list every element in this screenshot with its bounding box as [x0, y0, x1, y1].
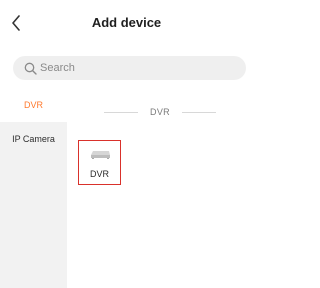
search-bar[interactable]: [13, 56, 246, 80]
section-header: DVR: [67, 105, 253, 119]
device-label: DVR: [89, 169, 109, 179]
page-title: Add device: [91, 15, 162, 30]
sidebar-item-label: IP Camera: [12, 134, 55, 144]
divider-right: [181, 111, 216, 113]
sidebar-item-ip-camera[interactable]: IP Camera: [0, 122, 67, 156]
search-icon: [23, 61, 37, 75]
divider-left: [104, 111, 139, 113]
sidebar-item-label: DVR: [23, 100, 43, 110]
device-card-dvr[interactable]: DVR: [78, 140, 121, 185]
section-title: DVR: [150, 107, 170, 117]
sidebar-item-dvr[interactable]: DVR: [0, 88, 67, 122]
category-sidebar: DVR IP Camera: [0, 88, 67, 288]
header-bar: Add device: [0, 0, 253, 46]
search-input[interactable]: [40, 62, 220, 74]
dvr-device-icon: [91, 151, 110, 159]
